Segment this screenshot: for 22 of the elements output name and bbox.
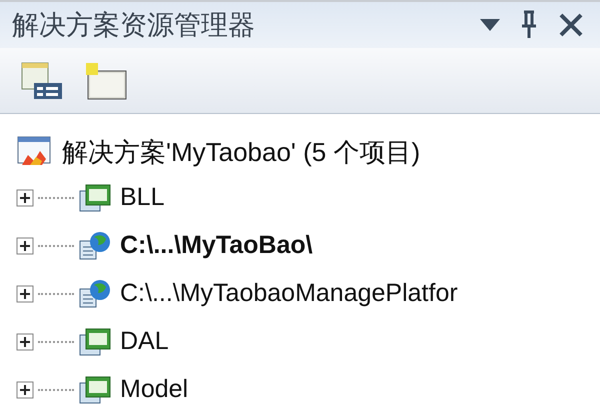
properties-icon[interactable] <box>20 60 64 100</box>
close-icon[interactable] <box>558 12 584 38</box>
project-label[interactable]: C:\...\MyTaobaoManagePlatfor <box>120 275 458 313</box>
expand-icon[interactable] <box>16 237 34 255</box>
expand-icon[interactable] <box>16 333 34 351</box>
expand-icon[interactable] <box>16 285 34 303</box>
panel-title: 解决方案资源管理器 <box>12 8 255 42</box>
project-label[interactable]: DAL <box>120 323 169 361</box>
project-icon <box>78 375 112 405</box>
project-icon <box>78 183 112 213</box>
expand-icon[interactable] <box>16 381 34 399</box>
project-label[interactable]: BLL <box>120 179 164 217</box>
project-label[interactable]: Model <box>120 371 188 409</box>
web-project-icon <box>78 279 112 309</box>
solution-label[interactable]: 解决方案'MyTaobao' (5 个项目) <box>62 132 420 172</box>
dropdown-icon[interactable] <box>480 19 500 31</box>
new-folder-icon[interactable] <box>84 60 128 100</box>
web-project-icon <box>78 231 112 261</box>
expand-icon[interactable] <box>16 189 34 207</box>
project-icon <box>78 327 112 357</box>
project-label[interactable]: C:\...\MyTaoBao\ <box>120 227 313 265</box>
pin-icon[interactable] <box>520 10 538 40</box>
